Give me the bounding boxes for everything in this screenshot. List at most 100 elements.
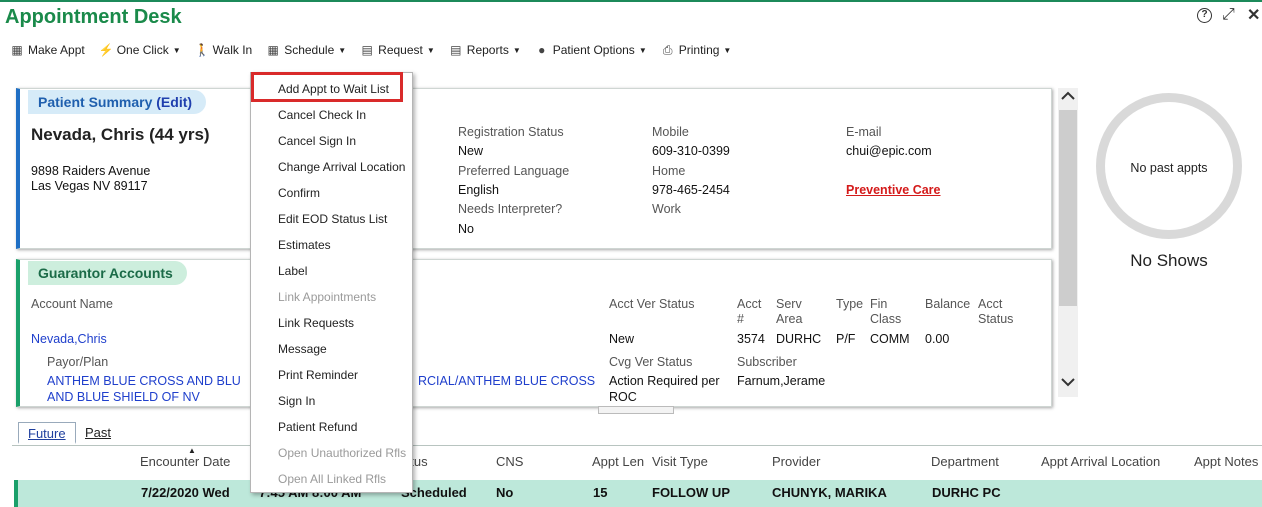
expand-icon[interactable]: ⤢ bbox=[1222, 6, 1235, 24]
column-appt-len[interactable]: Appt Len bbox=[592, 454, 644, 469]
row-appt-len: 15 bbox=[593, 485, 608, 500]
column-cns[interactable]: CNS bbox=[496, 454, 523, 469]
tab-future[interactable]: Future bbox=[18, 422, 76, 444]
column-appt-notes[interactable]: Appt Notes bbox=[1194, 454, 1258, 469]
cvg-ver-status-line-2: ROC bbox=[609, 390, 637, 404]
toolbar-request-button[interactable]: ▤ Request ▼ bbox=[360, 43, 435, 57]
menu-item-cancel-sign-in[interactable]: Cancel Sign In bbox=[278, 134, 356, 148]
menu-item-message[interactable]: Message bbox=[278, 342, 327, 356]
chevron-down-icon: ▼ bbox=[723, 45, 732, 55]
close-icon[interactable]: ✕ bbox=[1247, 5, 1260, 25]
chevron-down-icon: ▼ bbox=[638, 45, 647, 55]
patient-name: Nevada, Chris (44 yrs) bbox=[31, 125, 210, 144]
edit-link[interactable]: (Edit) bbox=[156, 94, 192, 110]
fin-class-label-2: Class bbox=[870, 312, 902, 326]
acct-num: 3574 bbox=[737, 332, 765, 346]
needs-interpreter: No bbox=[458, 222, 474, 236]
toolbar-one-click-button[interactable]: ⚡ One Click ▼ bbox=[99, 43, 181, 57]
toolbar-make-appt-button[interactable]: ▦ Make Appt bbox=[10, 43, 85, 57]
row-cns: No bbox=[496, 485, 514, 500]
request-dropdown-menu: Add Appt to Wait List Cancel Check In Canc… bbox=[250, 72, 413, 493]
preferred-language-label: Preferred Language bbox=[458, 164, 570, 178]
address-line-1: 9898 Raiders Avenue bbox=[31, 164, 151, 178]
toolbar-label: Make Appt bbox=[28, 43, 85, 57]
column-provider[interactable]: Provider bbox=[772, 454, 820, 469]
menu-item-change-arrival-location[interactable]: Change Arrival Location bbox=[278, 160, 405, 174]
serv-area: DURHC bbox=[776, 332, 822, 346]
menu-item-link-requests[interactable]: Link Requests bbox=[278, 316, 354, 330]
scrollbar-thumb[interactable] bbox=[1059, 110, 1077, 306]
menu-item-label[interactable]: Label bbox=[278, 264, 307, 278]
email-label: E-mail bbox=[846, 125, 882, 139]
row-provider: CHUNYK, MARIKA bbox=[772, 485, 887, 500]
chevron-down-icon: ▼ bbox=[338, 45, 347, 55]
menu-item-patient-refund[interactable]: Patient Refund bbox=[278, 420, 357, 434]
calendar-icon: ▦ bbox=[11, 43, 23, 57]
row-visit-type: FOLLOW UP bbox=[652, 485, 730, 500]
work-label: Work bbox=[652, 202, 681, 216]
menu-item-estimates[interactable]: Estimates bbox=[278, 238, 331, 252]
scroll-up-icon[interactable] bbox=[1060, 88, 1076, 109]
patient-summary-header: Patient Summary (Edit) bbox=[28, 90, 207, 114]
account-name-link[interactable]: Nevada,Chris bbox=[31, 332, 107, 346]
toolbar-walk-in-button[interactable]: 🚶 Walk In bbox=[195, 43, 253, 57]
help-icon[interactable]: ? bbox=[1197, 8, 1212, 23]
column-encounter-date[interactable]: Encounter Date bbox=[140, 454, 230, 469]
patient-summary-title: Patient Summary bbox=[38, 94, 153, 110]
schedule-calendar-icon: ▦ bbox=[267, 43, 279, 57]
toolbar-reports-button[interactable]: ▤ Reports ▼ bbox=[449, 43, 521, 57]
toolbar-schedule-button[interactable]: ▦ Schedule ▼ bbox=[266, 43, 347, 57]
menu-item-highlight bbox=[251, 72, 403, 102]
acct-status-label: Acct bbox=[978, 297, 1003, 311]
toolbar-label: Walk In bbox=[212, 43, 253, 57]
row-department: DURHC PC bbox=[932, 485, 1001, 500]
menu-item-cancel-check-in[interactable]: Cancel Check In bbox=[278, 108, 366, 122]
home-label: Home bbox=[652, 164, 686, 178]
menu-item-confirm[interactable]: Confirm bbox=[278, 186, 320, 200]
appointments-table-header: ▲ Encounter Date atus CNS Appt Len Visit… bbox=[12, 446, 1262, 479]
panel-splitter[interactable] bbox=[598, 406, 674, 414]
toolbar-label: Schedule bbox=[284, 43, 335, 57]
lightning-icon: ⚡ bbox=[98, 43, 114, 57]
toolbar-label: Printing bbox=[678, 43, 720, 57]
payor-plan-line-1[interactable]: ANTHEM BLUE CROSS AND BLU bbox=[47, 374, 241, 388]
needs-interpreter-label: Needs Interpreter? bbox=[458, 202, 563, 216]
report-icon: ▤ bbox=[450, 43, 462, 57]
acct-num-label: Acct bbox=[737, 297, 762, 311]
toolbar-printing-button[interactable]: ⎙ Printing ▼ bbox=[661, 42, 732, 58]
toolbar: ▦ Make Appt ⚡ One Click ▼ 🚶 Walk In ▦ Schedule ▼ ▤… bbox=[10, 40, 745, 60]
menu-item-sign-in[interactable]: Sign In bbox=[278, 394, 315, 408]
address-line-2: Las Vegas NV 89117 bbox=[31, 179, 148, 193]
toolbar-patient-options-button[interactable]: ● Patient Options ▼ bbox=[535, 43, 647, 57]
serv-area-label: Serv bbox=[776, 297, 802, 311]
walking-person-icon: 🚶 bbox=[194, 43, 210, 57]
preventive-care-link[interactable]: Preventive Care bbox=[846, 183, 941, 197]
tab-past[interactable]: Past bbox=[76, 422, 120, 444]
printer-icon: ⎙ bbox=[662, 42, 673, 57]
balance: 0.00 bbox=[925, 332, 950, 346]
person-icon: ● bbox=[538, 43, 546, 57]
registration-status: New bbox=[458, 144, 484, 158]
home-phone: 978-465-2454 bbox=[652, 183, 730, 197]
column-department[interactable]: Department bbox=[931, 454, 999, 469]
registration-status-label: Registration Status bbox=[458, 125, 564, 139]
subscriber: Farnum,Jerame bbox=[737, 374, 826, 388]
subscriber-label: Subscriber bbox=[737, 355, 797, 369]
guarantor-accounts-header: Guarantor Accounts bbox=[28, 261, 187, 285]
menu-item-edit-eod-status-list[interactable]: Edit EOD Status List bbox=[278, 212, 387, 226]
menu-item-open-unauthorized-rfls: Open Unauthorized Rfls bbox=[278, 446, 407, 460]
toolbar-label: Request bbox=[378, 43, 423, 57]
menu-item-print-reminder[interactable]: Print Reminder bbox=[278, 368, 358, 382]
payor-plan-label: Payor/Plan bbox=[47, 355, 109, 369]
table-row[interactable]: 7/22/2020 Wed 7:45 AM 8:00 AM Scheduled … bbox=[14, 480, 1262, 507]
scroll-down-icon[interactable] bbox=[1060, 374, 1076, 395]
payor-plan-line-2[interactable]: AND BLUE SHIELD OF NV bbox=[47, 390, 200, 404]
toolbar-label: Reports bbox=[466, 43, 509, 57]
column-visit-type[interactable]: Visit Type bbox=[652, 454, 708, 469]
payor-plan-line-1-cont[interactable]: RCIAL/ANTHEM BLUE CROSS bbox=[418, 374, 595, 388]
menu-item-link-appointments: Link Appointments bbox=[278, 290, 377, 304]
column-appt-arrival-location[interactable]: Appt Arrival Location bbox=[1041, 454, 1160, 469]
cvg-ver-status-line-1: Action Required per bbox=[609, 374, 720, 388]
no-shows-label: No Shows bbox=[1130, 251, 1208, 270]
serv-area-label-2: Area bbox=[776, 312, 803, 326]
